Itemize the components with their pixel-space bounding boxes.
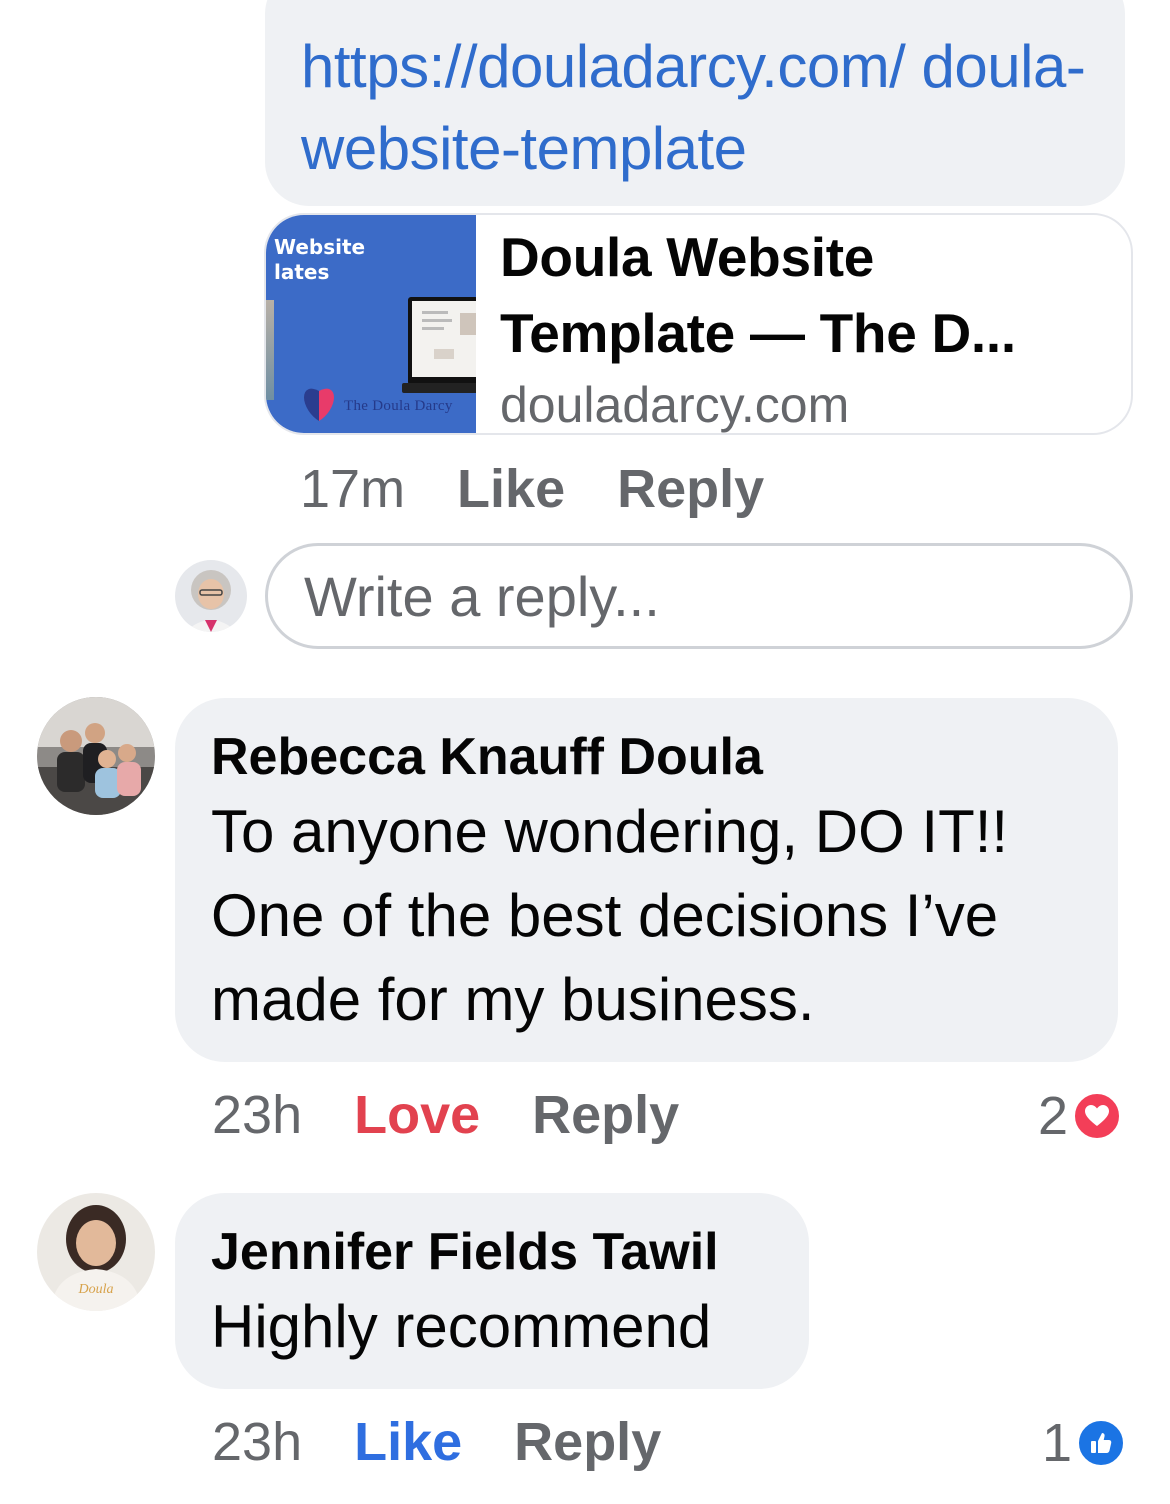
write-reply-input[interactable]: Write a reply... xyxy=(265,543,1133,649)
link-preview-thumbnail: Website lates The Doula Darcy xyxy=(266,215,476,433)
thumbs-up-icon xyxy=(1076,1418,1127,1468)
commenter-avatar[interactable] xyxy=(37,697,155,815)
comment-bubble: Rebecca Knauff Doula To anyone wondering… xyxy=(175,698,1118,1062)
comment-actions: 23h Love Reply xyxy=(212,1085,679,1145)
reaction-summary[interactable]: 2 xyxy=(1038,1085,1123,1147)
link-preview-card[interactable]: Website lates The Doula Darcy Doula Webs… xyxy=(264,213,1133,435)
comment-author[interactable]: Rebecca Knauff Doula xyxy=(211,724,1082,790)
commenter-avatar[interactable]: Doula xyxy=(37,1193,155,1311)
comment-text: To anyone wondering, DO IT!! One of the … xyxy=(211,798,1009,1033)
comment-author[interactable]: Jennifer Fields Tawil xyxy=(211,1219,773,1285)
reply-button[interactable]: Reply xyxy=(532,1085,679,1145)
reaction-count: 1 xyxy=(1042,1413,1073,1473)
comment-timestamp[interactable]: 17m xyxy=(300,459,405,519)
thumbnail-caption: Website lates xyxy=(274,235,366,284)
reply-button[interactable]: Reply xyxy=(514,1412,661,1472)
svg-text:Doula: Doula xyxy=(78,1282,114,1297)
link-comment-bubble: https://douladarcy.com/ doula-website-te… xyxy=(265,0,1125,206)
monitor-illustration xyxy=(408,297,476,385)
reaction-count: 2 xyxy=(1038,1086,1069,1146)
doula-darcy-logo: The Doula Darcy xyxy=(304,382,453,421)
heart-logo-icon xyxy=(304,382,334,421)
link-comment-actions: 17m Like Reply xyxy=(300,459,764,519)
current-user-avatar xyxy=(175,560,247,632)
reply-button[interactable]: Reply xyxy=(617,459,764,519)
reply-input-placeholder: Write a reply... xyxy=(304,564,660,628)
comment-timestamp[interactable]: 23h xyxy=(212,1412,302,1472)
comment-actions: 23h Like Reply xyxy=(212,1412,661,1472)
thumbnail-photo-edge xyxy=(266,300,274,400)
comment-link[interactable]: https://douladarcy.com/ doula-website-te… xyxy=(301,26,1089,190)
heart-icon xyxy=(1072,1091,1123,1141)
reaction-summary[interactable]: 1 xyxy=(1042,1412,1127,1474)
comment-timestamp[interactable]: 23h xyxy=(212,1085,302,1145)
comment-text: Highly recommend xyxy=(211,1293,712,1360)
logo-text: The Doula Darcy xyxy=(344,397,453,414)
like-button[interactable]: Like xyxy=(457,459,565,519)
comment-bubble: Jennifer Fields Tawil Highly recommend xyxy=(175,1193,809,1389)
love-button[interactable]: Love xyxy=(354,1085,480,1145)
link-preview-domain: douladarcy.com xyxy=(500,377,850,433)
like-button[interactable]: Like xyxy=(354,1412,462,1472)
link-preview-title[interactable]: Doula Website Template — The D... xyxy=(500,219,1120,371)
